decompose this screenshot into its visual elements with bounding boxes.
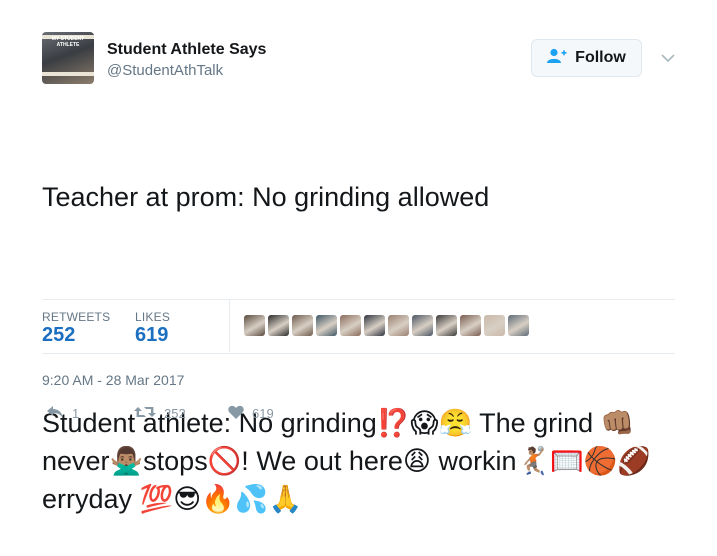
retweet-icon xyxy=(134,405,156,422)
reply-icon xyxy=(46,405,64,422)
avatar[interactable]: MY STUDENT ATHLETE xyxy=(42,32,94,84)
like-count: 619 xyxy=(252,406,274,421)
liker-avatar[interactable] xyxy=(484,315,505,336)
avatar-text: MY STUDENT ATHLETE xyxy=(51,36,85,48)
chevron-down-icon[interactable] xyxy=(660,50,676,66)
follow-label: Follow xyxy=(575,49,626,66)
divider xyxy=(42,299,675,300)
avatar-band xyxy=(42,72,94,76)
divider xyxy=(42,353,675,354)
timestamp[interactable]: 9:20 AM - 28 Mar 2017 xyxy=(42,372,184,388)
liker-avatar[interactable] xyxy=(292,315,313,336)
liker-avatar[interactable] xyxy=(364,315,385,336)
likes-label[interactable]: LIKES xyxy=(135,310,170,324)
likers-avatars xyxy=(244,315,529,336)
stats-separator xyxy=(229,300,230,352)
likes-count[interactable]: 619 xyxy=(135,324,168,347)
follow-button[interactable]: Follow xyxy=(531,39,642,77)
liker-avatar[interactable] xyxy=(340,315,361,336)
retweets-label[interactable]: RETWEETS xyxy=(42,310,110,324)
retweet-count: 252 xyxy=(164,406,186,421)
account-name[interactable]: Student Athlete Says xyxy=(107,41,266,59)
heart-icon xyxy=(228,405,244,422)
retweet-button[interactable]: 252 xyxy=(134,405,186,422)
account-handle[interactable]: @StudentAthTalk xyxy=(107,62,223,79)
liker-avatar[interactable] xyxy=(244,315,265,336)
liker-avatar[interactable] xyxy=(436,315,457,336)
like-button[interactable]: 619 xyxy=(228,405,274,422)
tweet-line: Teacher at prom: No grinding allowed xyxy=(42,182,490,212)
liker-avatar[interactable] xyxy=(268,315,289,336)
liker-avatar[interactable] xyxy=(412,315,433,336)
liker-avatar[interactable] xyxy=(508,315,529,336)
reply-button[interactable]: 1 xyxy=(46,405,79,422)
reply-count: 1 xyxy=(72,406,80,421)
liker-avatar[interactable] xyxy=(460,315,481,336)
retweets-count[interactable]: 252 xyxy=(42,324,75,347)
liker-avatar[interactable] xyxy=(388,315,409,336)
liker-avatar[interactable] xyxy=(316,315,337,336)
follow-icon xyxy=(547,48,567,69)
